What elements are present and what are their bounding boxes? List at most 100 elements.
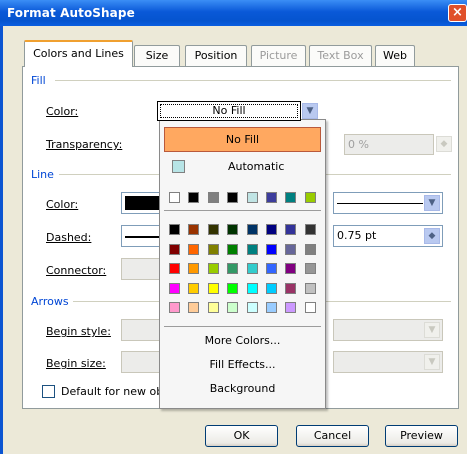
palette-color-swatch[interactable]	[246, 282, 258, 294]
fill-group-divider	[55, 80, 451, 81]
arrows-group-title: Arrows	[31, 295, 69, 308]
fill-color-menu: No Fill Automatic More Colors... Fill Ef…	[159, 119, 326, 409]
palette-color-swatch[interactable]	[304, 302, 316, 313]
palette-color-swatch[interactable]	[188, 282, 200, 294]
more-colors-option[interactable]: More Colors...	[160, 334, 325, 347]
palette-color-swatch[interactable]	[227, 263, 239, 274]
palette-color-swatch[interactable]	[169, 282, 180, 294]
default-checkbox[interactable]	[42, 385, 55, 398]
begin-size-picker[interactable]	[121, 351, 161, 373]
preview-button[interactable]: Preview	[385, 425, 458, 447]
background-option[interactable]: Background	[160, 382, 325, 395]
line-color-label: Color:	[46, 198, 79, 211]
recent-color-swatch[interactable]	[207, 192, 219, 203]
automatic-swatch	[172, 160, 185, 173]
recent-color-swatch[interactable]	[227, 192, 239, 203]
fill-effects-option[interactable]: Fill Effects...	[160, 358, 325, 371]
line-group-title: Line	[31, 168, 54, 181]
dash-line-preview	[125, 236, 159, 238]
transparency-input[interactable]: 0 %	[344, 134, 434, 155]
palette-color-swatch[interactable]	[246, 302, 258, 313]
palette-color-swatch[interactable]	[169, 302, 180, 313]
line-style-dropdown[interactable]: ▼	[424, 195, 440, 211]
palette-color-swatch[interactable]	[207, 263, 219, 274]
palette-color-swatch[interactable]	[266, 224, 277, 235]
palette-color-swatch[interactable]	[227, 224, 239, 235]
tab-size[interactable]: Size	[134, 45, 180, 66]
palette-color-swatch[interactable]	[266, 243, 277, 255]
recent-color-swatch[interactable]	[188, 192, 200, 203]
palette-color-swatch[interactable]	[285, 302, 297, 313]
tab-colors-and-lines[interactable]: Colors and Lines	[24, 40, 133, 67]
transparency-label: Transparency:	[46, 138, 123, 151]
palette-color-swatch[interactable]	[285, 282, 297, 294]
palette-separator	[164, 326, 321, 327]
automatic-option[interactable]: Automatic	[164, 159, 321, 177]
recent-color-swatch[interactable]	[285, 192, 297, 203]
palette-color-swatch[interactable]	[188, 302, 200, 313]
line-style-preview	[337, 203, 423, 204]
palette-color-swatch[interactable]	[266, 302, 277, 313]
palette-color-swatch[interactable]	[246, 224, 258, 235]
palette-color-swatch[interactable]	[207, 224, 219, 235]
dashed-picker[interactable]	[121, 225, 161, 247]
automatic-label: Automatic	[228, 160, 285, 173]
recent-color-swatch[interactable]	[169, 192, 180, 203]
begin-size-label: Begin size:	[46, 357, 106, 370]
title-bar: Format AutoShape ×	[0, 0, 467, 26]
end-size-dropdown[interactable]: ▼	[424, 354, 440, 370]
recent-color-swatch[interactable]	[304, 192, 316, 203]
fill-group-title: Fill	[31, 74, 46, 87]
palette-color-swatch[interactable]	[246, 243, 258, 255]
tab-text-box[interactable]: Text Box	[309, 45, 372, 66]
no-fill-option[interactable]: No Fill	[164, 127, 321, 152]
palette-color-swatch[interactable]	[266, 263, 277, 274]
palette-color-swatch[interactable]	[227, 282, 239, 294]
palette-color-swatch[interactable]	[169, 224, 180, 235]
tab-web[interactable]: Web	[375, 45, 415, 66]
palette-color-swatch[interactable]	[266, 282, 277, 294]
palette-color-swatch[interactable]	[285, 263, 297, 274]
dashed-label: Dashed:	[46, 231, 92, 244]
palette-color-swatch[interactable]	[188, 263, 200, 274]
palette-color-swatch[interactable]	[285, 224, 297, 235]
connector-label: Connector:	[46, 264, 107, 277]
transparency-value: 0 %	[348, 138, 369, 151]
begin-style-picker[interactable]	[121, 319, 161, 341]
fill-color-combo[interactable]: No Fill	[157, 101, 301, 121]
palette-color-swatch[interactable]	[304, 282, 316, 294]
fill-color-dropdown[interactable]: ▼	[302, 103, 318, 119]
connector-picker[interactable]	[121, 258, 161, 280]
recent-color-swatch[interactable]	[246, 192, 258, 203]
cancel-button[interactable]: Cancel	[296, 425, 369, 447]
palette-color-swatch[interactable]	[227, 243, 239, 255]
palette-color-swatch[interactable]	[304, 243, 316, 255]
close-icon: ×	[452, 5, 463, 20]
recent-colors-separator	[164, 210, 321, 211]
recent-color-swatch[interactable]	[266, 192, 277, 203]
begin-style-label: Begin style:	[46, 325, 111, 338]
ok-button[interactable]: OK	[205, 425, 278, 447]
tab-position[interactable]: Position	[185, 45, 247, 66]
palette-color-swatch[interactable]	[188, 243, 200, 255]
end-style-dropdown[interactable]: ▼	[424, 322, 440, 338]
default-checkbox-label: Default for new ob	[61, 385, 164, 398]
line-weight-spinner[interactable]: ◆	[424, 228, 440, 244]
palette-color-swatch[interactable]	[285, 243, 297, 255]
palette-color-swatch[interactable]	[207, 302, 219, 313]
palette-color-swatch[interactable]	[207, 243, 219, 255]
close-button[interactable]: ×	[448, 4, 467, 22]
palette-color-swatch[interactable]	[304, 263, 316, 274]
line-color-picker[interactable]	[121, 192, 161, 214]
transparency-spinner[interactable]: ◆	[436, 136, 452, 152]
palette-color-swatch[interactable]	[246, 263, 258, 274]
palette-color-swatch[interactable]	[304, 224, 316, 235]
palette-color-swatch[interactable]	[169, 243, 180, 255]
palette-color-swatch[interactable]	[188, 224, 200, 235]
fill-color-label: Color:	[46, 105, 79, 118]
palette-color-swatch[interactable]	[207, 282, 219, 294]
palette-color-swatch[interactable]	[169, 263, 180, 274]
palette-color-swatch[interactable]	[227, 302, 239, 313]
line-color-swatch	[125, 196, 159, 210]
tab-picture[interactable]: Picture	[251, 45, 306, 66]
